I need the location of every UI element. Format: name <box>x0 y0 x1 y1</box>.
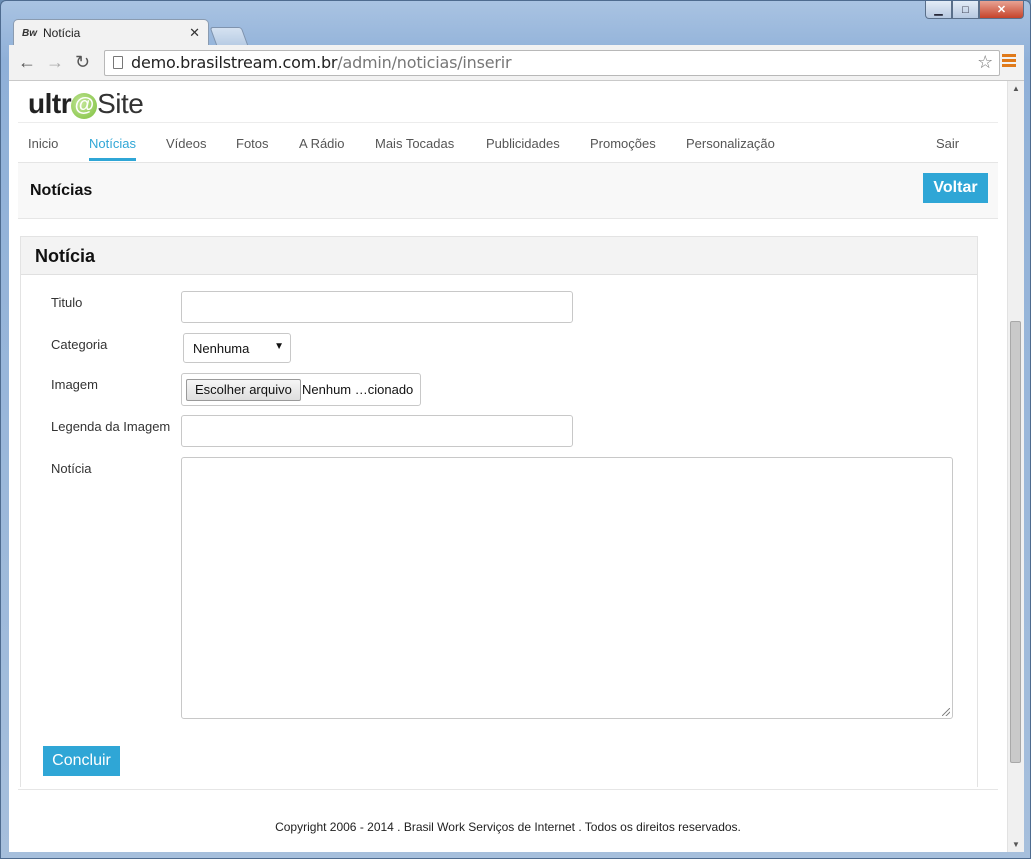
scrollbar-thumb[interactable] <box>1010 321 1021 763</box>
nav-item-personalizacao[interactable]: Personalização <box>686 136 775 151</box>
page-icon <box>113 56 123 69</box>
nav-item-publicidades[interactable]: Publicidades <box>486 136 560 151</box>
browser-window: ▁ □ ✕ Bw Notícia ✕ ← → ↻ demo.brasilstre… <box>0 0 1031 859</box>
categoria-select[interactable]: Nenhuma ▼ <box>183 333 291 363</box>
scroll-down-icon[interactable]: ▼ <box>1012 840 1020 849</box>
noticia-label: Notícia <box>51 461 92 476</box>
nav-item-promocoes[interactable]: Promoções <box>590 136 656 151</box>
minimize-button[interactable]: ▁ <box>925 1 952 19</box>
new-tab-button[interactable] <box>209 27 249 46</box>
nav-item-noticias[interactable]: Notícias <box>89 136 136 161</box>
url-host: demo.brasilstream.com.br <box>131 53 338 72</box>
favicon-icon: Bw <box>22 27 37 39</box>
legenda-label: Legenda da Imagem <box>51 419 171 434</box>
close-window-button[interactable]: ✕ <box>979 1 1024 19</box>
file-status-text: Nenhum …cionado <box>302 382 414 397</box>
address-bar[interactable]: demo.brasilstream.com.br/admin/noticias/… <box>104 50 1000 76</box>
tab-title: Notícia <box>43 26 81 40</box>
categoria-selected-value: Nenhuma <box>193 341 250 356</box>
scroll-up-icon[interactable]: ▲ <box>1012 84 1020 93</box>
resize-grip-icon[interactable] <box>942 708 950 716</box>
chrome-menu-icon[interactable] <box>1002 54 1016 69</box>
titulo-label: Titulo <box>51 295 83 310</box>
nav-item-mais-tocadas[interactable]: Mais Tocadas <box>375 136 454 151</box>
imagem-label: Imagem <box>51 377 98 392</box>
news-form-panel: Notícia Titulo Categoria Nenhuma ▼ Image… <box>20 236 978 787</box>
nav-item-a-radio[interactable]: A Rádio <box>299 136 345 151</box>
tab-close-icon[interactable]: ✕ <box>189 25 200 41</box>
forward-icon[interactable]: → <box>46 52 64 73</box>
page-header: Notícias Voltar <box>18 163 998 219</box>
url-path: /admin/noticias/inserir <box>337 53 512 72</box>
ultrasite-logo: ultr @ Site <box>28 88 144 119</box>
page-title: Notícias <box>30 182 93 199</box>
nav-item-sair[interactable]: Sair <box>936 136 959 151</box>
footer-copyright: Copyright 2006 - 2014 . Brasil Work Serv… <box>275 820 741 834</box>
panel-title: Notícia <box>21 237 977 275</box>
nav-item-videos[interactable]: Vídeos <box>166 136 206 151</box>
noticia-textarea[interactable] <box>181 457 953 719</box>
nav-item-fotos[interactable]: Fotos <box>236 136 269 151</box>
imagem-file-input[interactable]: Escolher arquivo Nenhum …cionado <box>181 373 421 406</box>
window-controls: ▁ □ ✕ <box>925 1 1024 19</box>
vertical-scrollbar[interactable]: ▲ ▼ <box>1007 81 1024 852</box>
maximize-button[interactable]: □ <box>952 1 979 19</box>
back-icon[interactable]: ← <box>18 52 36 73</box>
page-viewport: ultr @ Site Inicio Notícias Vídeos Fotos A… <box>9 81 1024 852</box>
submit-button[interactable]: Concluir <box>43 746 120 776</box>
titulo-input[interactable] <box>181 291 573 323</box>
categoria-label: Categoria <box>51 337 108 352</box>
footer-divider <box>18 789 998 790</box>
nav-item-inicio[interactable]: Inicio <box>28 136 58 151</box>
dropdown-caret-icon: ▼ <box>274 341 284 352</box>
legenda-input[interactable] <box>181 415 573 447</box>
bookmark-star-icon[interactable]: ☆ <box>977 51 993 75</box>
admin-page: ultr @ Site Inicio Notícias Vídeos Fotos A… <box>18 81 998 852</box>
browser-toolbar: ← → ↻ demo.brasilstream.com.br/admin/not… <box>9 45 1024 81</box>
browser-tab[interactable]: Bw Notícia ✕ <box>13 19 209 46</box>
reload-icon[interactable]: ↻ <box>75 52 90 73</box>
choose-file-button[interactable]: Escolher arquivo <box>186 379 301 401</box>
main-nav: Inicio Notícias Vídeos Fotos A Rádio Mai… <box>18 122 998 163</box>
back-button[interactable]: Voltar <box>923 173 988 203</box>
